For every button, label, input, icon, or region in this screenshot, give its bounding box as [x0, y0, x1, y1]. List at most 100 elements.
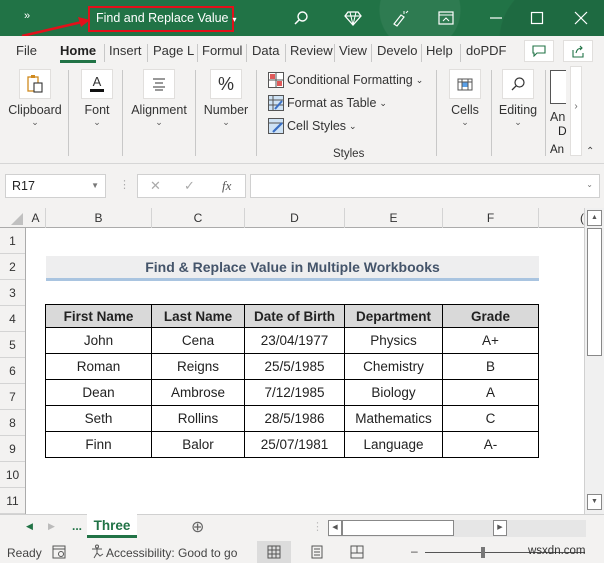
- group-font[interactable]: A Font ⌄: [74, 66, 120, 128]
- expand-formula-icon[interactable]: ⌄: [586, 180, 593, 189]
- vertical-scrollbar[interactable]: ▲ ▼: [584, 208, 604, 514]
- row-header[interactable]: 6: [0, 358, 25, 384]
- cancel-icon[interactable]: ✕: [150, 178, 161, 194]
- tab-help[interactable]: Help: [426, 43, 453, 58]
- formula-input[interactable]: ⌄: [250, 174, 600, 198]
- close-icon[interactable]: [571, 8, 591, 28]
- sheet-title-cell[interactable]: Find & Replace Value in Multiple Workboo…: [46, 256, 539, 281]
- scroll-down-icon[interactable]: ▼: [587, 494, 602, 510]
- ribbon-scroll-right-button[interactable]: ›: [570, 66, 582, 156]
- share-button[interactable]: [563, 40, 593, 62]
- accessibility-status[interactable]: Accessibility: Good to go: [106, 546, 237, 560]
- magic-wand-icon[interactable]: [390, 8, 410, 28]
- page-layout-view-button[interactable]: [300, 541, 334, 563]
- tab-file[interactable]: File: [16, 43, 37, 58]
- tab-view[interactable]: View: [339, 43, 367, 58]
- row-header[interactable]: 2: [0, 254, 25, 280]
- tab-developer[interactable]: Develo: [377, 43, 417, 58]
- group-number[interactable]: % Number ⌄: [200, 66, 252, 128]
- header-cell[interactable]: Date of Birth: [244, 304, 345, 328]
- cell[interactable]: B: [442, 353, 539, 380]
- cell[interactable]: Physics: [344, 327, 443, 354]
- tab-review[interactable]: Review: [290, 43, 333, 58]
- column-header-d[interactable]: D: [245, 208, 345, 228]
- row-header[interactable]: 8: [0, 410, 25, 436]
- next-sheet-icon[interactable]: ▶: [48, 521, 55, 532]
- group-analyze[interactable]: An D An: [550, 66, 570, 156]
- maximize-icon[interactable]: [527, 8, 547, 28]
- cell[interactable]: 23/04/1977: [244, 327, 345, 354]
- horizontal-scroll-thumb[interactable]: [342, 520, 454, 536]
- header-cell[interactable]: Grade: [442, 304, 539, 328]
- row-header[interactable]: 5: [0, 332, 25, 358]
- row-header[interactable]: 9: [0, 436, 25, 462]
- cell[interactable]: Roman: [45, 353, 152, 380]
- cell[interactable]: A+: [442, 327, 539, 354]
- cell[interactable]: John: [45, 327, 152, 354]
- worksheet-grid[interactable]: A B C D E F ( 1 2 3 4 5 6 7 8 9 10 11 Fi…: [0, 208, 604, 514]
- group-editing[interactable]: Editing ⌄: [495, 66, 541, 128]
- cell[interactable]: Rollins: [151, 405, 245, 432]
- cell[interactable]: 7/12/1985: [244, 379, 345, 406]
- accessibility-icon[interactable]: [90, 544, 104, 562]
- zoom-slider-knob[interactable]: [481, 547, 485, 558]
- cell[interactable]: Biology: [344, 379, 443, 406]
- cell[interactable]: Language: [344, 431, 443, 458]
- scroll-right-icon[interactable]: ▶: [493, 520, 507, 536]
- tab-home[interactable]: Home: [60, 43, 97, 63]
- cell[interactable]: Reigns: [151, 353, 245, 380]
- header-cell[interactable]: First Name: [45, 304, 152, 328]
- page-break-view-button[interactable]: [340, 541, 374, 563]
- group-cells[interactable]: Cells ⌄: [442, 66, 488, 128]
- cell[interactable]: 25/07/1981: [244, 431, 345, 458]
- cell[interactable]: Dean: [45, 379, 152, 406]
- horizontal-scrollbar[interactable]: ◀ ▶: [328, 520, 586, 537]
- select-all-button[interactable]: [0, 208, 26, 228]
- group-clipboard[interactable]: Clipboard ⌄: [4, 66, 66, 128]
- search-icon[interactable]: [291, 8, 311, 28]
- cell[interactable]: 25/5/1985: [244, 353, 345, 380]
- scroll-up-icon[interactable]: ▲: [587, 210, 602, 226]
- minimize-icon[interactable]: [486, 8, 506, 28]
- cell[interactable]: Ambrose: [151, 379, 245, 406]
- enter-icon[interactable]: ✓: [184, 178, 195, 194]
- vertical-scroll-thumb[interactable]: [587, 228, 602, 356]
- cell[interactable]: Mathematics: [344, 405, 443, 432]
- row-header[interactable]: 7: [0, 384, 25, 410]
- group-alignment[interactable]: Alignment ⌄: [128, 66, 190, 128]
- column-header-e[interactable]: E: [345, 208, 443, 228]
- tab-insert[interactable]: Insert: [109, 43, 142, 58]
- scroll-left-icon[interactable]: ◀: [328, 520, 342, 536]
- add-sheet-icon[interactable]: ⊕: [191, 517, 204, 537]
- sheet-tab-three[interactable]: Three: [87, 514, 137, 538]
- tab-formulas[interactable]: Formul: [202, 43, 242, 58]
- ribbon-display-options-icon[interactable]: [436, 8, 456, 28]
- cell[interactable]: Chemistry: [344, 353, 443, 380]
- premium-diamond-icon[interactable]: [343, 8, 363, 28]
- splitter-handle[interactable]: ⋮: [312, 520, 323, 533]
- column-header-c[interactable]: C: [152, 208, 245, 228]
- column-header-g[interactable]: (: [539, 208, 584, 228]
- row-header[interactable]: 10: [0, 462, 25, 488]
- previous-sheet-icon[interactable]: ◀: [26, 521, 33, 532]
- cell[interactable]: Seth: [45, 405, 152, 432]
- row-header[interactable]: 1: [0, 228, 25, 254]
- header-cell[interactable]: Last Name: [151, 304, 245, 328]
- header-cell[interactable]: Department: [344, 304, 443, 328]
- column-header-b[interactable]: B: [46, 208, 152, 228]
- cell[interactable]: A-: [442, 431, 539, 458]
- row-header[interactable]: 11: [0, 488, 25, 514]
- conditional-formatting-button[interactable]: Conditional Formatting ⌄: [268, 72, 423, 88]
- cell[interactable]: A: [442, 379, 539, 406]
- row-header[interactable]: 3: [0, 280, 25, 306]
- cell[interactable]: Finn: [45, 431, 152, 458]
- tab-page-layout[interactable]: Page L: [153, 43, 194, 58]
- comments-button[interactable]: [524, 40, 554, 62]
- cell[interactable]: C: [442, 405, 539, 432]
- insert-function-icon[interactable]: fx: [222, 178, 231, 194]
- row-header[interactable]: 4: [0, 306, 25, 332]
- normal-view-button[interactable]: [257, 541, 291, 563]
- more-sheets-button[interactable]: ...: [72, 519, 82, 533]
- column-header-a[interactable]: A: [26, 208, 46, 228]
- cell[interactable]: 28/5/1986: [244, 405, 345, 432]
